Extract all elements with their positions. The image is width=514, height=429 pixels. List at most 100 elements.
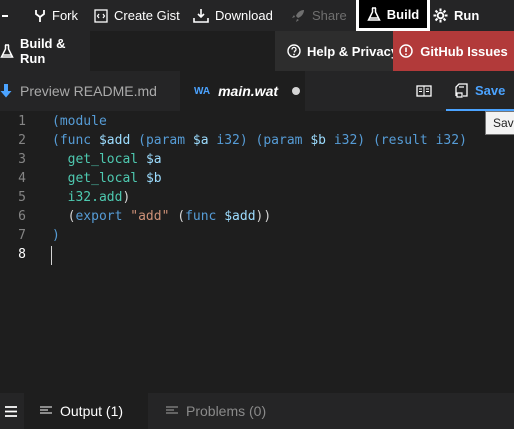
tab-readme-label: Preview README.md <box>20 83 157 99</box>
keyword-token: func <box>185 209 217 224</box>
code-line[interactable]: get_local $a <box>52 150 162 169</box>
identifier-token: $add <box>98 133 131 148</box>
line-number: 1 <box>18 114 26 129</box>
paren-token: ( <box>52 133 60 148</box>
save-icon <box>454 82 469 98</box>
line-number: 6 <box>18 209 26 224</box>
tab-readme[interactable]: Preview README.md <box>0 71 157 111</box>
build-label: Build <box>386 6 420 22</box>
line-number: 4 <box>18 171 26 186</box>
secondary-bar-spacer <box>90 31 275 71</box>
toolbar: Fork Create Gist Download Share Build Ru… <box>0 0 514 31</box>
code-line[interactable]: (func $add (param $a i32) (param $b i32)… <box>52 131 467 150</box>
code-line[interactable]: (export "add" (func $add)) <box>52 207 272 226</box>
menu-truncated <box>2 0 8 31</box>
text-cursor <box>51 246 52 265</box>
instruction-token: i32.add <box>67 190 123 205</box>
code-line[interactable]: ) <box>52 226 60 245</box>
fork-icon <box>34 9 46 23</box>
arrow-down-icon <box>0 84 12 98</box>
keyword-token: param <box>263 133 303 148</box>
create-gist-label: Create Gist <box>114 8 180 23</box>
code-line[interactable]: (module <box>52 112 107 131</box>
download-button[interactable]: Download <box>193 0 273 31</box>
share-label: Share <box>312 8 347 23</box>
identifier-token: $a <box>145 152 162 167</box>
instruction-token: get_local <box>67 152 139 167</box>
question-circle-icon <box>287 44 301 58</box>
rocket-icon <box>290 8 306 24</box>
github-issues-label: GitHub Issues <box>420 43 508 59</box>
instruction-token: get_local <box>67 171 139 186</box>
secondary-bar: Build & Run Help & Privacy GitHub Issues <box>0 31 514 71</box>
alert-circle-icon <box>399 44 414 58</box>
paren-token: ( <box>372 133 381 148</box>
list-icon <box>40 406 52 416</box>
share-button[interactable]: Share <box>290 0 347 31</box>
code-line[interactable]: i32.add) <box>52 188 131 207</box>
line-number: 7 <box>18 228 26 243</box>
download-icon <box>193 8 209 23</box>
keyword-token: export <box>75 209 123 224</box>
type-token: i32 <box>216 133 240 148</box>
unsaved-dot-icon[interactable] <box>292 87 301 95</box>
code-editor[interactable]: 12345678 (module (func $add (param $a i32… <box>0 111 514 393</box>
save-button[interactable]: Save <box>446 71 514 111</box>
list-icon <box>166 406 178 416</box>
create-gist-button[interactable]: Create Gist <box>94 0 180 31</box>
keyword-token: func <box>59 133 92 148</box>
github-issues-button[interactable]: GitHub Issues <box>393 31 514 71</box>
download-label: Download <box>215 8 273 23</box>
paren-token: ) <box>122 190 131 205</box>
editor-tabs: Preview README.md WA main.wat Save <box>0 71 514 111</box>
tab-problems-label: Problems (0) <box>186 403 267 419</box>
keyword-token: module <box>59 114 107 129</box>
line-number: 8 <box>18 247 26 262</box>
paren-token: ( <box>138 133 146 148</box>
paren-token: ) <box>52 228 60 243</box>
type-token: i32 <box>333 133 358 148</box>
tab-output[interactable]: Output (1) <box>24 393 148 429</box>
identifier-token: $a <box>192 133 209 148</box>
build-button[interactable]: Build <box>356 0 430 31</box>
tab-problems[interactable]: Problems (0) <box>166 393 266 429</box>
book-icon[interactable] <box>416 71 432 111</box>
flask-icon <box>0 43 14 59</box>
keyword-token: param <box>145 133 186 148</box>
hamburger-menu-icon[interactable] <box>0 393 22 429</box>
save-tooltip: Save <box>485 111 514 135</box>
fork-button[interactable]: Fork <box>34 0 78 31</box>
build-and-run-button[interactable]: Build & Run <box>0 31 90 71</box>
help-privacy-button[interactable]: Help & Privacy <box>287 31 398 71</box>
keyword-token: result <box>380 133 428 148</box>
tab-main-wat[interactable]: WA main.wat <box>180 71 305 111</box>
paren-token: ) <box>459 133 467 148</box>
line-number: 2 <box>18 133 26 148</box>
code-icon <box>94 8 108 23</box>
tab-main-label: main.wat <box>218 83 279 99</box>
paren-token: ) <box>263 209 272 224</box>
gear-icon <box>433 8 448 23</box>
line-number: 5 <box>18 190 26 205</box>
code-line[interactable]: get_local $b <box>52 169 162 188</box>
string-token: "add" <box>130 209 170 224</box>
flask-icon <box>367 6 381 22</box>
fork-label: Fork <box>52 8 78 23</box>
run-button[interactable]: Run <box>433 0 479 31</box>
identifier-token: $b <box>145 171 162 186</box>
save-label: Save <box>475 82 506 98</box>
bottom-panel-bar: Output (1) Problems (0) <box>0 393 514 429</box>
tab-output-label: Output (1) <box>60 403 124 419</box>
